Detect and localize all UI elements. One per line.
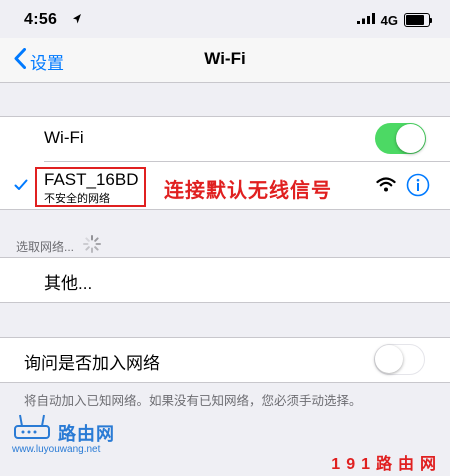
- network-type: 4G: [380, 12, 398, 28]
- checkmark-icon: [14, 178, 28, 196]
- watermark-text: 路由网: [58, 424, 115, 444]
- router-logo-icon: [12, 412, 52, 447]
- annotation-label: 连接默认无线信号: [164, 180, 332, 202]
- watermark-title: 路由网: [58, 420, 115, 446]
- wifi-toggle-label: Wi-Fi: [44, 128, 84, 147]
- loading-spinner-icon: [82, 234, 102, 259]
- wifi-group: Wi-Fi FAST_16BD 不安全的网络 连接默认无线信号: [0, 116, 450, 210]
- location-arrow-icon: [72, 12, 82, 30]
- ask-join-row: 询问是否加入网络: [0, 337, 450, 383]
- wifi-signal-icon: [376, 177, 396, 197]
- info-icon[interactable]: [406, 173, 430, 202]
- signal-bars-icon: [356, 11, 375, 29]
- battery-icon: [404, 13, 432, 27]
- brand-watermark: 191路由网: [331, 456, 442, 473]
- choose-network-label: 选取网络...: [16, 240, 75, 254]
- page-title: Wi-Fi: [204, 49, 246, 68]
- other-network-row[interactable]: 其他...: [0, 257, 450, 303]
- ask-join-label: 询问是否加入网络: [24, 354, 160, 373]
- watermark-url: www.luyouwang.net: [12, 444, 101, 455]
- ask-join-footer: 将自动加入已知网络。如果没有已知网络，您必须手动选择。: [24, 394, 362, 408]
- other-network-label: 其他...: [44, 274, 93, 293]
- network-subtitle: 不安全的网络: [44, 193, 110, 205]
- ask-join-toggle[interactable]: [374, 344, 425, 375]
- connected-network-row[interactable]: FAST_16BD 不安全的网络 连接默认无线信号: [0, 162, 450, 209]
- status-time: 4:56: [24, 11, 58, 28]
- status-right: 4G: [356, 11, 432, 29]
- network-name: FAST_16BD: [44, 170, 139, 189]
- wifi-toggle[interactable]: [375, 123, 426, 154]
- choose-network-header: 选取网络...: [16, 234, 102, 259]
